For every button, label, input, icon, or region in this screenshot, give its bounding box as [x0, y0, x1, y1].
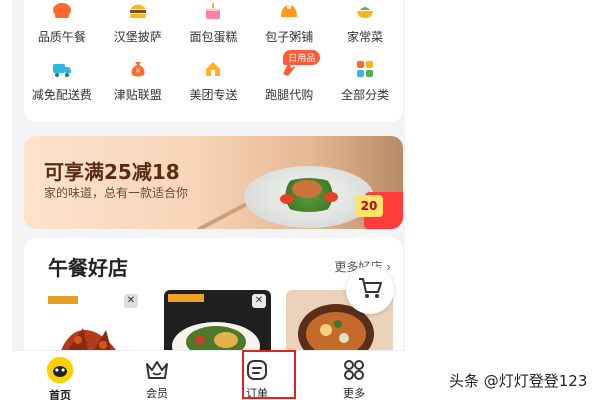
category-label: 面包蛋糕	[189, 30, 238, 44]
banner-title: 可享满25减18	[44, 160, 180, 184]
category-label: 汉堡披萨	[113, 30, 162, 44]
crown-icon	[143, 357, 171, 383]
tab-more[interactable]: 更多	[324, 351, 384, 400]
category-label: 减免配送费	[31, 88, 92, 102]
bottom-tab-bar: 首页 会员 订单 更多	[12, 350, 405, 400]
category-item[interactable]: 全部分类	[327, 58, 403, 104]
fork-decoration	[196, 200, 252, 229]
category-label: 包子粥铺	[265, 30, 314, 44]
tab-label: 订单	[246, 387, 268, 400]
home-icon	[46, 356, 74, 385]
burger-icon	[127, 0, 149, 22]
tab-member[interactable]: 会员	[127, 351, 187, 400]
category-label: 品质午餐	[37, 30, 86, 44]
category-item[interactable]: 家常菜	[327, 0, 403, 46]
money-bag-icon: ¥	[127, 58, 149, 80]
category-label: 家常菜	[347, 30, 384, 44]
category-label: 跑腿代购	[265, 88, 314, 102]
category-item[interactable]: 跑腿代购 日用品	[251, 50, 327, 104]
cart-button[interactable]	[346, 266, 394, 314]
tab-home[interactable]: 首页	[30, 351, 90, 400]
lunch-bowl-icon	[51, 0, 73, 22]
coupon-value: 20	[355, 195, 383, 217]
category-item[interactable]: 汉堡披萨	[100, 0, 176, 46]
delivery-truck-icon	[51, 58, 73, 80]
category-grid: 品质午餐 汉堡披萨 面包蛋糕 包子粥铺 家常菜减免配送费 ¥ 津贴联盟 美团专送 跑腿代购 日用品…	[24, 0, 403, 104]
coupon-label: 好好吃饭	[356, 235, 393, 245]
category-item[interactable]: ¥ 津贴联盟	[100, 58, 176, 104]
tab-label: 会员	[146, 387, 168, 400]
tab-orders[interactable]: 订单	[227, 351, 287, 400]
tab-label: 首页	[49, 389, 71, 400]
close-icon[interactable]: ✕	[124, 294, 138, 308]
order-list-icon	[243, 357, 271, 383]
more-grid-icon	[340, 357, 368, 383]
bun-icon	[278, 0, 300, 22]
category-label: 津贴联盟	[113, 88, 162, 102]
grid-categories-icon	[354, 58, 376, 80]
close-icon[interactable]: ✕	[252, 294, 266, 308]
category-label: 美团专送	[189, 88, 238, 102]
section-title: 午餐好店	[48, 256, 128, 280]
banner-subtitle: 家的味道，总有一款适合你	[44, 186, 189, 200]
category-item[interactable]: 美团专送	[176, 58, 252, 104]
category-item[interactable]: 包子粥铺	[251, 0, 327, 46]
delivery-rider-icon	[202, 58, 224, 80]
cart-icon	[357, 276, 383, 304]
category-item[interactable]: 面包蛋糕	[176, 0, 252, 46]
category-item[interactable]: 减免配送费	[24, 58, 100, 104]
category-item[interactable]: 品质午餐	[24, 0, 100, 46]
tab-label: 更多	[343, 387, 365, 400]
category-label: 全部分类	[341, 88, 390, 102]
category-badge: 日用品	[283, 50, 321, 65]
phone-screen: 品质午餐 汉堡披萨 面包蛋糕 包子粥铺 家常菜减免配送费 ¥ 津贴联盟 美团专送 跑腿代购 日用品…	[12, 0, 405, 400]
lunch-shops-card: 午餐好店 更多好店 › ✕ ✕	[24, 238, 403, 368]
home-dish-icon	[354, 0, 376, 22]
watermark: 头条 @灯灯登登123	[449, 372, 588, 390]
svg-text:¥: ¥	[135, 67, 140, 75]
cake-icon	[202, 0, 224, 22]
promo-banner[interactable]: 可享满25减18 家的味道，总有一款适合你	[24, 136, 403, 229]
category-card: 品质午餐 汉堡披萨 面包蛋糕 包子粥铺 家常菜减免配送费 ¥ 津贴联盟 美团专送 跑腿代购 日用品…	[24, 0, 403, 122]
